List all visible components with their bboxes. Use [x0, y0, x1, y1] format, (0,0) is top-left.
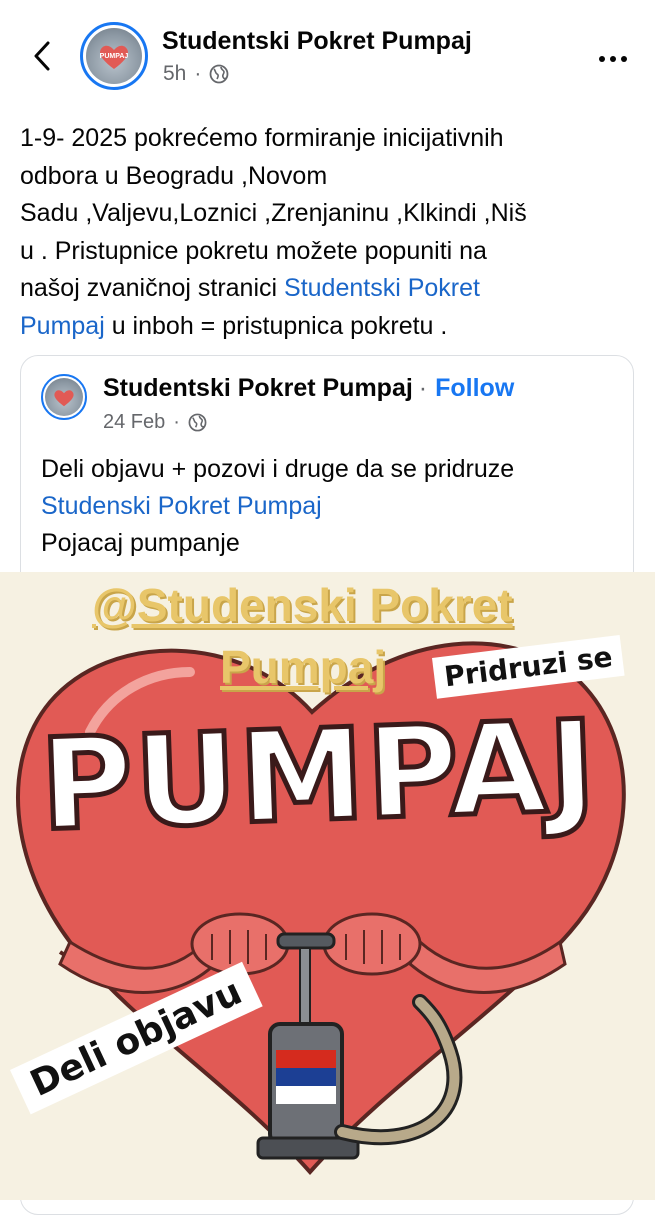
heart-logo-icon: PUMPAJ	[100, 45, 129, 69]
meta-separator: ·	[194, 62, 202, 85]
post-text-fragment: u inboh = pristupnica pokretu .	[104, 311, 448, 340]
more-dots-icon	[597, 49, 630, 67]
shared-page-header: Studentski Pokret Pumpaj · Follow	[103, 374, 514, 403]
follow-button[interactable]: Follow	[435, 374, 514, 402]
shared-post-meta: 24 Feb ·	[103, 411, 207, 434]
name-separator: ·	[418, 374, 428, 402]
post-line: 1-9- 2025 pokrećemo formiranje inicijati…	[20, 124, 504, 152]
post-line: u . Pristupnice pokretu možete popuniti …	[20, 236, 487, 265]
post-line: Sadu ,Valjevu,Loznici ,Zrenjaninu ,Klkin…	[20, 199, 527, 227]
page-avatar[interactable]: PUMPAJ	[80, 22, 148, 90]
post-line: odbora u Beogradu ,Novom	[20, 161, 328, 190]
globe-icon	[209, 64, 229, 84]
shared-page-name[interactable]: Studentski Pokret Pumpaj	[103, 374, 413, 402]
shared-post-date[interactable]: 24 Feb	[103, 411, 165, 434]
heart-logo-icon	[54, 390, 74, 407]
post-line: našoj zvaničnoj stranici Studentski Pokr…	[20, 270, 620, 308]
post-meta: 5h ·	[163, 62, 229, 86]
page-name[interactable]: Studentski Pokret Pumpaj	[162, 27, 472, 56]
shared-page-avatar[interactable]	[41, 374, 87, 420]
post-line: Pumpaj u inboh = pristupnica pokretu .	[20, 308, 620, 346]
svg-text:PUMPAJ: PUMPAJ	[100, 53, 129, 60]
pumpaj-title: PUMPAJ	[35, 690, 602, 861]
page-link[interactable]: Studentski Pokret	[284, 274, 480, 302]
chevron-left-icon	[34, 41, 50, 71]
shared-post-body: Deli objavu + pozovi i druge da se pridr…	[41, 451, 514, 562]
image-handle-text: @Studenski Pokret	[92, 579, 513, 631]
post-header: PUMPAJ Studentski Pokret Pumpaj 5h ·	[0, 0, 655, 110]
image-handle-text: Pumpaj	[220, 641, 387, 693]
shared-text-line: Pojacaj pumpanje	[41, 529, 240, 557]
globe-icon	[188, 413, 207, 432]
post-time[interactable]: 5h	[163, 62, 186, 86]
back-button[interactable]	[22, 36, 62, 76]
shared-post-image[interactable]: @Studenski Pokret Pumpaj Pridruzi se PUM…	[0, 572, 655, 1200]
page-link-continued[interactable]: Pumpaj	[20, 312, 105, 340]
shared-page-link[interactable]: Studenski Pokret Pumpaj	[41, 488, 514, 525]
post-text-fragment: našoj zvaničnoj stranici	[20, 274, 285, 302]
meta-separator: ·	[173, 411, 180, 433]
more-options-button[interactable]	[593, 44, 633, 72]
post-body: 1-9- 2025 pokrećemo formiranje inicijati…	[20, 120, 620, 345]
shared-text-line: Deli objavu + pozovi i druge da se pridr…	[41, 455, 515, 483]
